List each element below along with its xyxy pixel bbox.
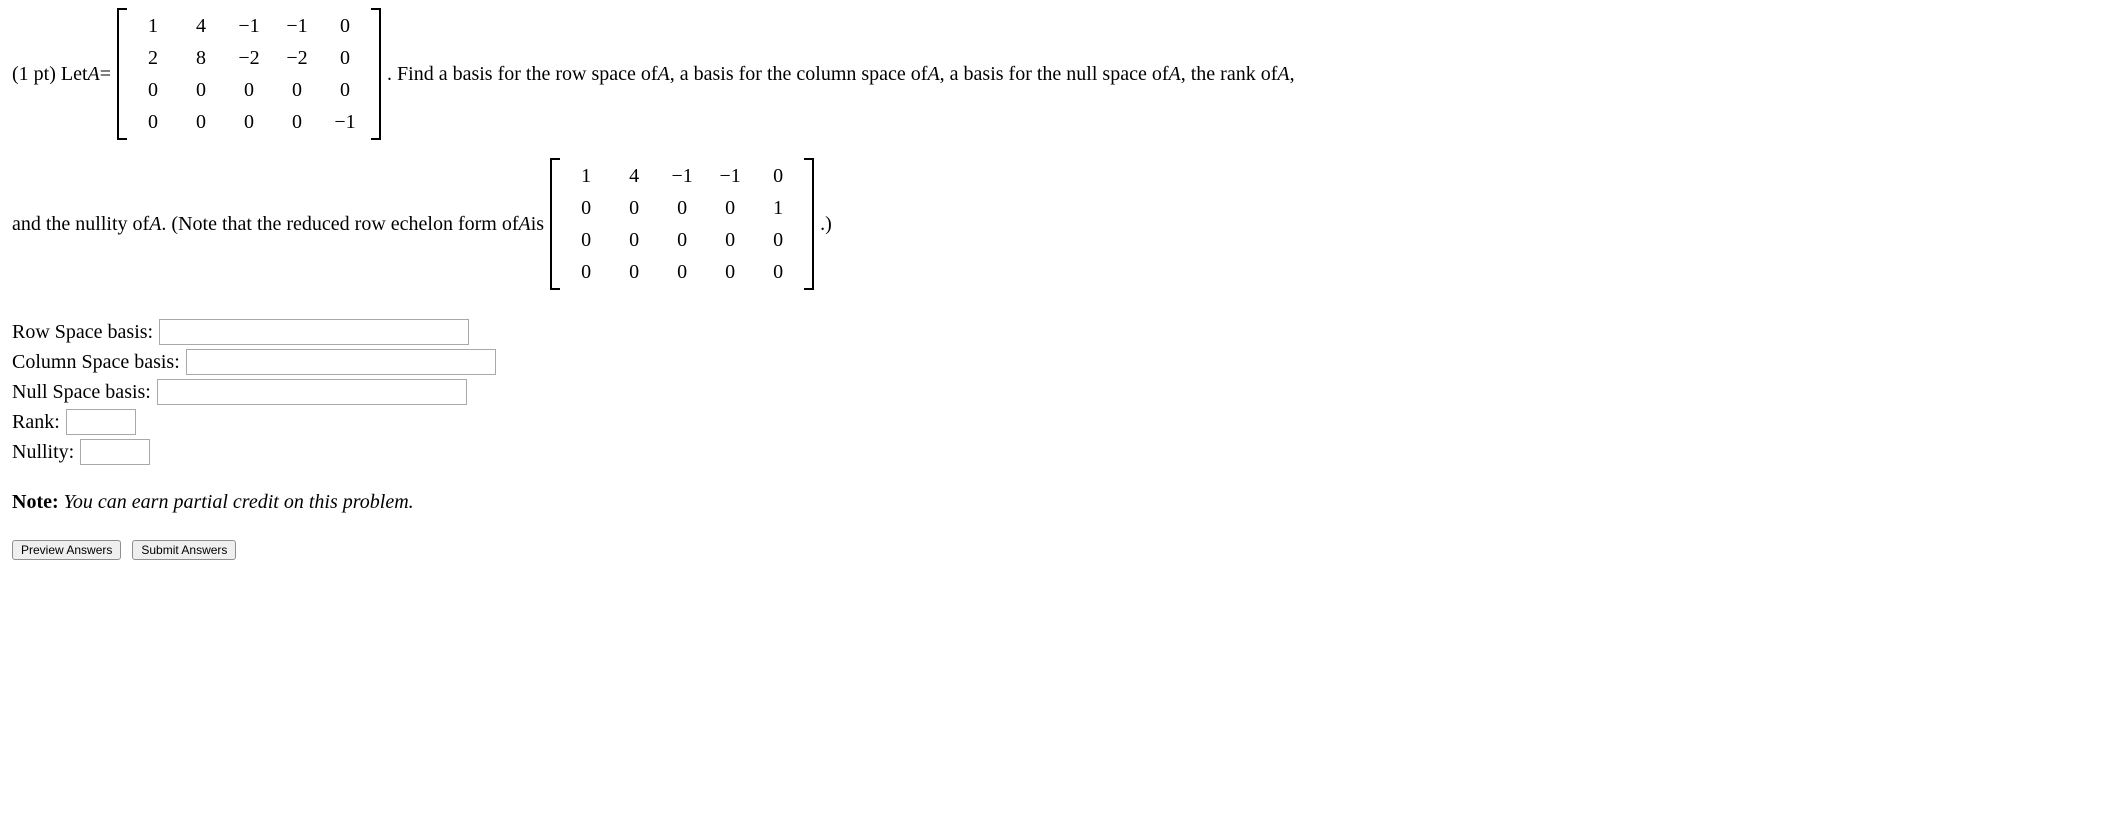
matrix-cell: −1	[225, 12, 273, 40]
matrix-cell: 0	[177, 76, 225, 104]
row-space-label: Row Space basis:	[12, 318, 153, 346]
note-italic: You can earn partial credit on this prob…	[59, 491, 414, 513]
rank-input[interactable]	[66, 409, 136, 435]
matrix-cell: 0	[273, 76, 321, 104]
matrix-cell: 0	[658, 226, 706, 254]
matrix-cell: 0	[129, 108, 177, 136]
nullity-input[interactable]	[80, 439, 150, 465]
matrix-cell: 0	[706, 194, 754, 222]
matrix-cell: 0	[562, 194, 610, 222]
matrix-cell: −1	[273, 12, 321, 40]
problem-line-2: and the nullity of A . (Note that the re…	[12, 158, 2106, 290]
note-bold: Note:	[12, 491, 59, 513]
matrix-A: 14−1−1028−2−20000000000−1	[117, 8, 381, 140]
matrix-cell: −1	[658, 162, 706, 190]
pt-prefix: (1 pt) Let	[12, 60, 88, 88]
matrix-cell: −2	[225, 44, 273, 72]
var-A6: A	[519, 210, 531, 238]
matrix-cell: 1	[562, 162, 610, 190]
eq-sign: =	[100, 60, 111, 88]
preview-answers-button[interactable]: Preview Answers	[12, 540, 121, 560]
matrix-cell: 0	[610, 258, 658, 286]
button-row: Preview Answers Submit Answers	[12, 534, 2106, 562]
nullity-label: Nullity:	[12, 438, 74, 466]
matrix-cell: 0	[562, 226, 610, 254]
row-space-input[interactable]	[159, 319, 469, 345]
submit-answers-button[interactable]: Submit Answers	[132, 540, 236, 560]
matrix-cell: 0	[273, 108, 321, 136]
matrix-cell: 2	[129, 44, 177, 72]
answers-block: Row Space basis: Column Space basis: Nul…	[12, 318, 2106, 466]
rank-label: Rank:	[12, 408, 60, 436]
var-A: A	[88, 60, 100, 88]
matrix-cell: 0	[754, 162, 802, 190]
line2-mid: . (Note that the reduced row echelon for…	[161, 210, 518, 238]
var-A1: A	[658, 60, 670, 88]
matrix-cell: 1	[129, 12, 177, 40]
matrix-cell: 0	[321, 76, 369, 104]
text-after-A-1: . Find a basis for the row space of	[387, 60, 658, 88]
line2-end: .)	[820, 210, 832, 238]
matrix-cell: 0	[177, 108, 225, 136]
var-A4: A	[1277, 60, 1289, 88]
matrix-cell: 0	[658, 258, 706, 286]
text-after-A-5: ,	[1290, 60, 1295, 88]
matrix-cell: 0	[658, 194, 706, 222]
null-space-label: Null Space basis:	[12, 378, 151, 406]
matrix-cell: 4	[177, 12, 225, 40]
matrix-cell: 0	[754, 226, 802, 254]
matrix-cell: 4	[610, 162, 658, 190]
matrix-cell: 0	[129, 76, 177, 104]
problem-line-1: (1 pt) Let A = 14−1−1028−2−20000000000−1…	[12, 8, 2106, 140]
matrix-cell: 1	[754, 194, 802, 222]
matrix-cell: 0	[610, 194, 658, 222]
matrix-cell: 0	[754, 258, 802, 286]
matrix-cell: −1	[706, 162, 754, 190]
matrix-cell: 0	[706, 258, 754, 286]
var-A2: A	[927, 60, 939, 88]
matrix-cell: 0	[225, 108, 273, 136]
matrix-cell: 0	[321, 12, 369, 40]
matrix-cell: 0	[706, 226, 754, 254]
text-after-A-3: , a basis for the null space of	[940, 60, 1169, 88]
matrix-cell: 0	[562, 258, 610, 286]
matrix-rref: 14−1−10000010000000000	[550, 158, 814, 290]
column-space-label: Column Space basis:	[12, 348, 180, 376]
line2-is: is	[531, 210, 544, 238]
matrix-cell: −1	[321, 108, 369, 136]
column-space-input[interactable]	[186, 349, 496, 375]
matrix-cell: 0	[610, 226, 658, 254]
matrix-cell: 0	[321, 44, 369, 72]
null-space-input[interactable]	[157, 379, 467, 405]
text-after-A-2: , a basis for the column space of	[670, 60, 928, 88]
text-after-A-4: , the rank of	[1181, 60, 1278, 88]
line2-pre: and the nullity of	[12, 210, 149, 238]
note: Note: You can earn partial credit on thi…	[12, 488, 2106, 516]
var-A3: A	[1169, 60, 1181, 88]
matrix-cell: −2	[273, 44, 321, 72]
matrix-cell: 8	[177, 44, 225, 72]
matrix-cell: 0	[225, 76, 273, 104]
var-A5: A	[149, 210, 161, 238]
